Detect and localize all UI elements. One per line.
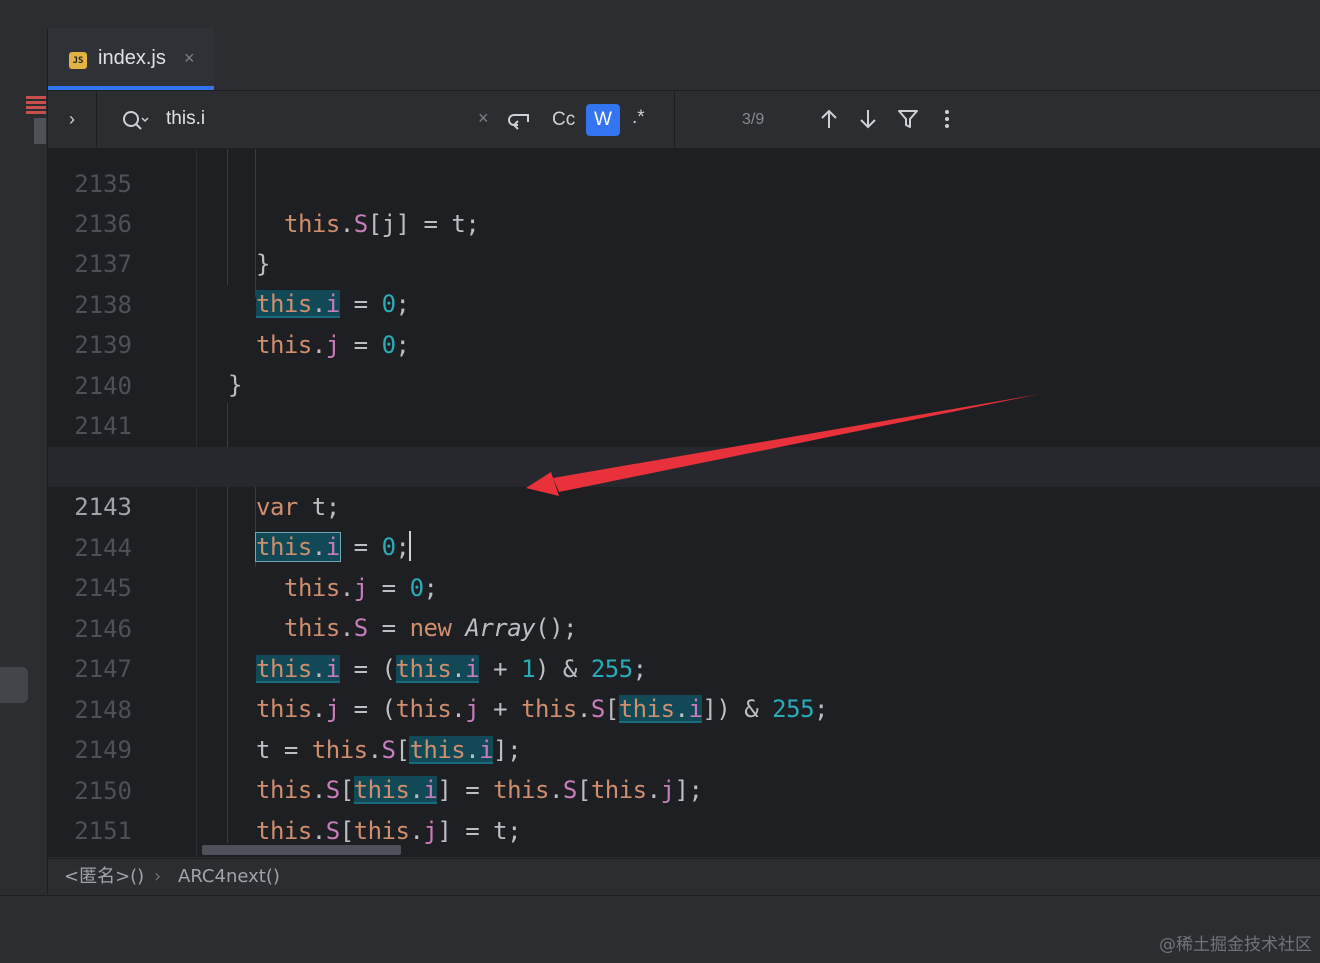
code-line: 2146 this.i = (this.i + 1) & 255;: [48, 569, 1320, 683]
bottom-panel: @稀土掘金技术社区: [0, 895, 1320, 963]
arrow-down-icon[interactable]: [856, 107, 880, 131]
left-tool-rail: [0, 28, 48, 894]
regex-toggle[interactable]: .*: [632, 107, 645, 129]
whole-words-toggle[interactable]: W: [586, 104, 620, 136]
search-input[interactable]: this.i: [166, 108, 205, 130]
scroll-thumb-left[interactable]: [34, 118, 46, 144]
javascript-file-icon: JS: [69, 52, 87, 69]
code-line: 2147 this.j = (this.j + this.S[this.i]) …: [48, 609, 1320, 723]
tab-index-js[interactable]: JS index.js ×: [48, 28, 214, 90]
horizontal-scrollbar[interactable]: [202, 845, 401, 855]
code-line: 2138 this.j = 0;: [48, 245, 1320, 359]
code-line: 2145 this.S = new Array();: [48, 528, 1320, 642]
code-line: 2149 this.S[this.i] = this.S[this.j];: [48, 690, 1320, 804]
current-code-line: 2143 this.i = 0;: [48, 447, 1320, 562]
code-line: 2148 t = this.S[this.i];: [48, 650, 1320, 764]
code-line: 2139 }: [48, 285, 1320, 399]
breadcrumb-separator: ›: [154, 866, 162, 887]
arrow-up-icon[interactable]: [817, 107, 841, 131]
code-line: 2144 this.j = 0;: [48, 488, 1320, 602]
find-bar: › this.i × Cc W .* 3/9: [48, 91, 1320, 149]
window-top-bar: [0, 0, 1320, 29]
active-tab-indicator: [48, 86, 214, 90]
code-line: 2136 }: [48, 164, 1320, 278]
watermark: @稀土掘金技术社区: [1159, 935, 1312, 955]
code-line: 2135 this.S[j] = t;: [48, 149, 1320, 238]
code-line: 2141 function ARC4next() {: [48, 366, 1320, 480]
clear-search-icon[interactable]: ×: [478, 108, 489, 129]
line-number: 2152: [48, 852, 132, 857]
find-bar-divider: [674, 91, 675, 148]
code-line: 2142 var t;: [48, 407, 1320, 521]
more-vertical-icon[interactable]: [935, 107, 959, 131]
tab-close-icon[interactable]: ×: [184, 48, 195, 69]
code-editor[interactable]: 2135 this.S[j] = t; 2136 } 2137 this.i =…: [48, 149, 1320, 857]
breadcrumb-anonymous-fn[interactable]: <匿名>(): [64, 859, 144, 895]
match-count: 3/9: [742, 111, 765, 128]
tool-window-button[interactable]: [0, 667, 28, 703]
editor-tab-bar: JS index.js ×: [48, 28, 1320, 91]
match-case-toggle[interactable]: Cc: [552, 109, 575, 131]
error-stripe-marks: [26, 96, 46, 118]
breadcrumb: <匿名>() › ARC4next(): [48, 858, 1320, 895]
code-line: 2150 this.S[this.j] = t;: [48, 731, 1320, 845]
expand-replace-icon[interactable]: ›: [48, 91, 97, 148]
code-line: 2151 return this.S[(t + this.S[this.i]) …: [48, 771, 1320, 845]
breadcrumb-arc4next[interactable]: ARC4next(): [178, 859, 280, 895]
search-icon[interactable]: [120, 107, 150, 133]
newline-icon[interactable]: [508, 107, 532, 131]
filter-icon[interactable]: [896, 107, 920, 131]
tab-label: index.js: [98, 47, 166, 69]
code-line: 2137 this.i = 0;: [48, 204, 1320, 318]
code-line: 2140: [48, 326, 1320, 400]
